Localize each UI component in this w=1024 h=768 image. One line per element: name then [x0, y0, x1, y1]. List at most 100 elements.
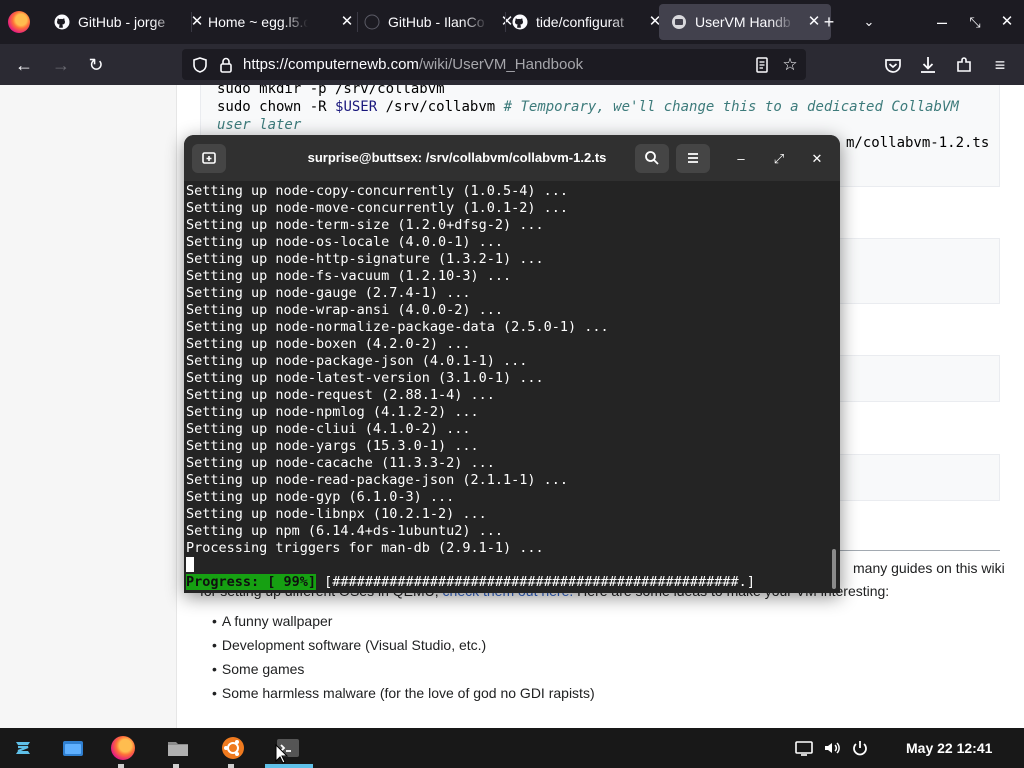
clock[interactable]: May 22 12:41: [906, 740, 992, 756]
terminal-line: Processing triggers for man-db (2.9.1-1)…: [186, 540, 544, 556]
list-item: Some games: [212, 659, 595, 683]
mouse-pointer-icon: [275, 744, 289, 764]
tab-title: GitHub - IlanCo: [388, 14, 485, 30]
close-icon[interactable]: ✕: [805, 147, 829, 171]
tab-egg-home[interactable]: Home ~ egg.l5.ca ✕: [192, 4, 364, 40]
restore-window-icon[interactable]: ⤡: [963, 10, 987, 34]
navigation-toolbar: ← → ↻ https://computernewb.com/wiki/User…: [0, 44, 1024, 85]
pocket-icon[interactable]: [880, 52, 906, 78]
reader-view-icon[interactable]: [752, 55, 772, 75]
address-bar[interactable]: https://computernewb.com/wiki/UserVM_Han…: [182, 49, 806, 80]
zorin-menu-icon[interactable]: [11, 736, 35, 760]
downloads-icon[interactable]: [915, 52, 941, 78]
power-icon[interactable]: [850, 738, 870, 758]
back-arrow-icon[interactable]: ←: [11, 52, 37, 78]
code-command: sudo chown -R: [217, 99, 336, 115]
ubuntu-software-icon[interactable]: [221, 736, 245, 760]
tab-uservm-handbook[interactable]: UserVM Handb ✕: [659, 4, 831, 40]
taskbar: [0, 728, 1024, 768]
folder-icon[interactable]: [166, 736, 190, 760]
terminal-title: surprise@buttsex: /srv/collabvm/collabvm…: [307, 150, 607, 165]
running-indicator: [173, 764, 179, 768]
bookmark-star-icon[interactable]: ☆: [780, 55, 800, 75]
terminal-line: Setting up node-libnpx (10.2.1-2) ...: [186, 506, 487, 522]
list-item: A funny wallpaper: [212, 611, 595, 635]
terminal-line: Setting up node-http-signature (1.3.2-1)…: [186, 251, 544, 267]
tracking-shield-icon[interactable]: [190, 55, 210, 75]
terminal-line: Setting up node-normalize-package-data (…: [186, 319, 609, 335]
code-line-chown: sudo chown -R $USER /srv/collabvm # Temp…: [217, 99, 959, 115]
code-line-mkdir: sudo mkdir -p /srv/collabvm: [217, 85, 445, 97]
terminal-line: Setting up node-fs-vacuum (1.2.10-3) ...: [186, 268, 512, 284]
tab-title: GitHub - jorge: [78, 14, 166, 30]
minimize-icon[interactable]: –: [729, 147, 753, 171]
new-tab-icon[interactable]: +: [817, 10, 841, 34]
progress-bar-text: [#######################################…: [316, 574, 764, 590]
content-box: [830, 238, 1000, 304]
hamburger-menu-icon[interactable]: ≡: [987, 52, 1013, 78]
terminal-line: Setting up node-gauge (2.7.4-1) ...: [186, 285, 471, 301]
terminal-window[interactable]: surprise@buttsex: /srv/collabvm/collabvm…: [184, 135, 840, 593]
terminal-line: Setting up node-npmlog (4.1.2-2) ...: [186, 404, 479, 420]
volume-icon[interactable]: [822, 738, 842, 758]
tab-tide-configuration[interactable]: tide/configurat ✕: [500, 4, 672, 40]
terminal-line: Setting up node-os-locale (4.0.0-1) ...: [186, 234, 503, 250]
terminal-line: Setting up node-request (2.88.1-4) ...: [186, 387, 495, 403]
active-app-indicator: [265, 764, 313, 768]
tab-title: UserVM Handb: [695, 14, 791, 30]
tab-github-ilanco[interactable]: GitHub - IlanCo ✕: [352, 4, 524, 40]
terminal-line: Setting up node-package-json (4.0.1-1) .…: [186, 353, 528, 369]
github-icon: [512, 14, 528, 30]
new-tab-icon[interactable]: [192, 144, 226, 173]
url-domain: https://computernewb.com: [243, 56, 419, 73]
running-indicator: [118, 764, 124, 768]
section-divider: [825, 550, 1000, 551]
firefox-icon[interactable]: [111, 736, 135, 760]
terminal-line: Setting up npm (6.14.4+ds-1ubuntu2) ...: [186, 523, 503, 539]
tab-github-jorge[interactable]: GitHub - jorge ✕: [42, 4, 214, 40]
minimize-window-icon[interactable]: –: [930, 10, 954, 34]
terminal-output[interactable]: Setting up node-copy-concurrently (1.0.5…: [186, 183, 826, 591]
search-icon[interactable]: [635, 144, 669, 173]
maximize-icon[interactable]: ⤢: [767, 147, 791, 171]
display-icon[interactable]: [794, 738, 814, 758]
reload-icon[interactable]: ↻: [83, 52, 109, 78]
code-argument: /srv/collabvm: [377, 99, 504, 115]
list-item: Some harmless malware (for the love of g…: [212, 683, 595, 707]
github-icon: [54, 14, 70, 30]
close-window-icon[interactable]: ✕: [995, 10, 1019, 34]
terminal-line: Setting up node-read-package-json (2.1.1…: [186, 472, 569, 488]
terminal-scrollbar[interactable]: [832, 549, 836, 589]
forward-arrow-icon[interactable]: →: [48, 52, 74, 78]
list-all-tabs-icon[interactable]: ⌄: [857, 10, 881, 34]
terminal-line: Setting up node-yargs (15.3.0-1) ...: [186, 438, 479, 454]
tab-title: Home ~ egg.l5.ca: [208, 14, 308, 30]
content-box: [830, 355, 1000, 402]
url-path: /wiki/UserVM_Handbook: [418, 56, 584, 73]
running-indicator: [228, 764, 234, 768]
content-box: [830, 454, 1000, 501]
terminal-line: Setting up node-copy-concurrently (1.0.5…: [186, 183, 569, 199]
terminal-line: Setting up node-gyp (6.1.0-3) ...: [186, 489, 455, 505]
terminal-line: Setting up node-boxen (4.2.0-2) ...: [186, 336, 471, 352]
terminal-line: Setting up node-cliui (4.1.0-2) ...: [186, 421, 471, 437]
wiki-sidebar: [0, 85, 177, 728]
terminal-header-bar[interactable]: surprise@buttsex: /srv/collabvm/collabvm…: [184, 135, 840, 181]
tab-title: tide/configurat: [536, 14, 624, 30]
code-comment: # Temporary, we'll change this to a dedi…: [503, 99, 959, 115]
extensions-puzzle-icon[interactable]: [951, 52, 977, 78]
progress-line: Progress: [ 99%] [######################…: [186, 574, 826, 591]
terminal-line: Setting up node-cacache (11.3.3-2) ...: [186, 455, 495, 471]
terminal-line: Setting up node-latest-version (3.1.0-1)…: [186, 370, 544, 386]
list-item: Development software (Visual Studio, etc…: [212, 635, 595, 659]
code-comment-continued: user later: [217, 117, 302, 133]
terminal-cursor-line: [186, 557, 826, 574]
files-icon[interactable]: [61, 736, 85, 760]
url-text[interactable]: https://computernewb.com/wiki/UserVM_Han…: [243, 56, 583, 73]
hamburger-menu-icon[interactable]: [676, 144, 710, 173]
firefox-menu-icon[interactable]: [8, 11, 30, 33]
padlock-icon[interactable]: [216, 55, 236, 75]
terminal-line: Setting up node-move-concurrently (1.0.1…: [186, 200, 569, 216]
ideas-list: A funny wallpaper Development software (…: [212, 611, 595, 707]
progress-label: Progress: [ 99%]: [186, 574, 317, 590]
